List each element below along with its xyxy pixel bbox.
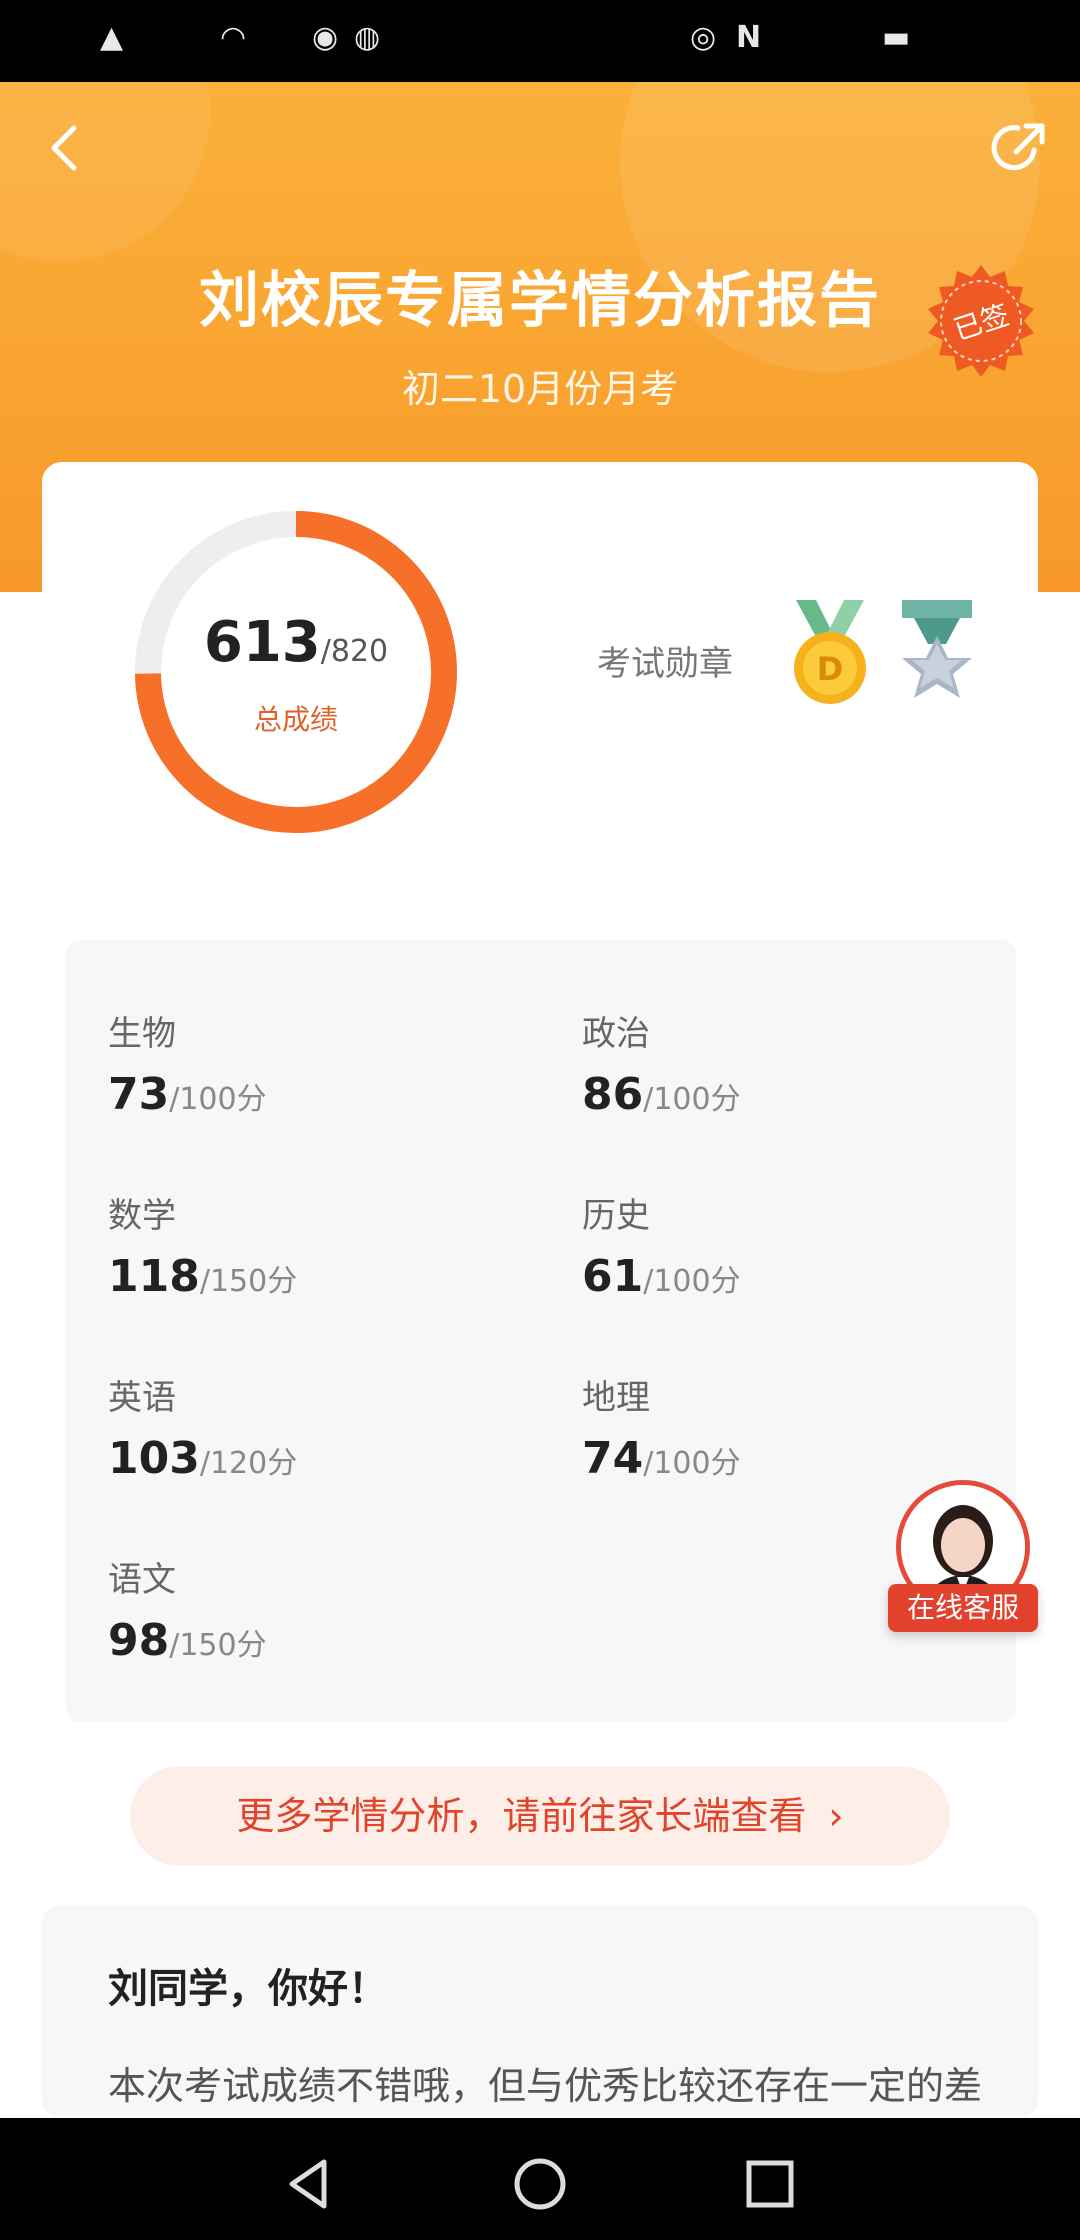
subject-item: 数学 118/150分: [108, 1188, 297, 1302]
subject-score: 98: [108, 1615, 170, 1666]
subject-total: /100分: [643, 1264, 741, 1299]
exam-medals-label: 考试勋章: [597, 644, 733, 684]
silver-star-medal-icon[interactable]: [894, 600, 980, 716]
subject-item: 语文 98/150分: [108, 1552, 267, 1666]
subject-total: /100分: [643, 1082, 741, 1117]
subject-score: 73: [108, 1069, 170, 1120]
nfc-icon: N: [736, 20, 762, 55]
subject-name: 历史: [582, 1196, 650, 1236]
more-analysis-label: 更多学情分析，请前往家长端查看: [236, 1794, 807, 1838]
status-bar: ▲ ◠ ◉ ◍ ◎ N ▬: [0, 0, 1080, 82]
subject-score: 118: [108, 1251, 200, 1302]
nav-back-icon[interactable]: [280, 2154, 340, 2214]
chevron-right-icon: ›: [828, 1794, 844, 1838]
battery-icon: ▬: [882, 20, 911, 55]
comment-greeting: 刘同学，你好！: [108, 1966, 388, 2012]
total-score: 613/820: [126, 610, 466, 675]
subject-score: 86: [582, 1069, 644, 1120]
wechat-icon: ◉: [312, 20, 339, 55]
more-analysis-button[interactable]: 更多学情分析，请前往家长端查看 ›: [130, 1766, 950, 1866]
signal-icon: ▲: [100, 20, 124, 55]
share-button[interactable]: [990, 118, 1050, 178]
online-service-button[interactable]: 在线客服: [888, 1480, 1038, 1632]
subject-item: 历史 61/100分: [582, 1188, 741, 1302]
comment-body: 本次考试成绩不错哦，但与优秀比较还存在一定的差距: [108, 2064, 983, 2108]
online-service-label: 在线客服: [888, 1584, 1038, 1632]
eye-icon: ◎: [690, 20, 717, 55]
subject-name: 英语: [108, 1378, 176, 1418]
subject-name: 数学: [108, 1196, 176, 1236]
wifi-icon: ◠: [220, 20, 247, 55]
subject-item: 地理 74/100分: [582, 1370, 741, 1484]
subject-scores-panel: 生物 73/100分 政治 86/100分 数学 118/150分 历史 61/…: [66, 940, 1016, 1722]
subject-name: 生物: [108, 1014, 176, 1054]
subject-total: /150分: [169, 1628, 267, 1663]
subject-score: 74: [582, 1433, 644, 1484]
signed-stamp-icon: 已签: [928, 265, 1034, 377]
total-score-value: 613: [203, 610, 321, 675]
system-nav-bar: [0, 2118, 1080, 2240]
subject-total: /120分: [199, 1446, 298, 1481]
subject-score: 61: [582, 1251, 644, 1302]
subject-total: /150分: [199, 1264, 298, 1299]
subject-item: 英语 103/120分: [108, 1370, 297, 1484]
subject-item: 生物 73/100分: [108, 1006, 267, 1120]
subject-name: 地理: [582, 1378, 650, 1418]
score-card: 613/820 总成绩 考试勋章 D: [42, 462, 1038, 872]
total-score-max: /820: [320, 634, 389, 669]
nav-recents-icon[interactable]: [740, 2154, 800, 2214]
gold-medal-icon[interactable]: D: [786, 600, 874, 710]
teacher-comment-card: 刘同学，你好！ 本次考试成绩不错哦，但与优秀比较还存在一定的差距: [42, 1906, 1038, 2116]
back-button[interactable]: [36, 118, 96, 178]
subject-name: 政治: [582, 1014, 650, 1054]
subject-name: 语文: [108, 1560, 176, 1600]
subject-item: 政治 86/100分: [582, 1006, 741, 1120]
audio-icon: ◍: [354, 20, 381, 55]
subject-score: 103: [108, 1433, 200, 1484]
subject-total: /100分: [169, 1082, 267, 1117]
svg-text:D: D: [817, 650, 844, 688]
total-score-label: 总成绩: [253, 703, 338, 736]
nav-home-icon[interactable]: [510, 2154, 570, 2214]
subject-total: /100分: [643, 1446, 741, 1481]
